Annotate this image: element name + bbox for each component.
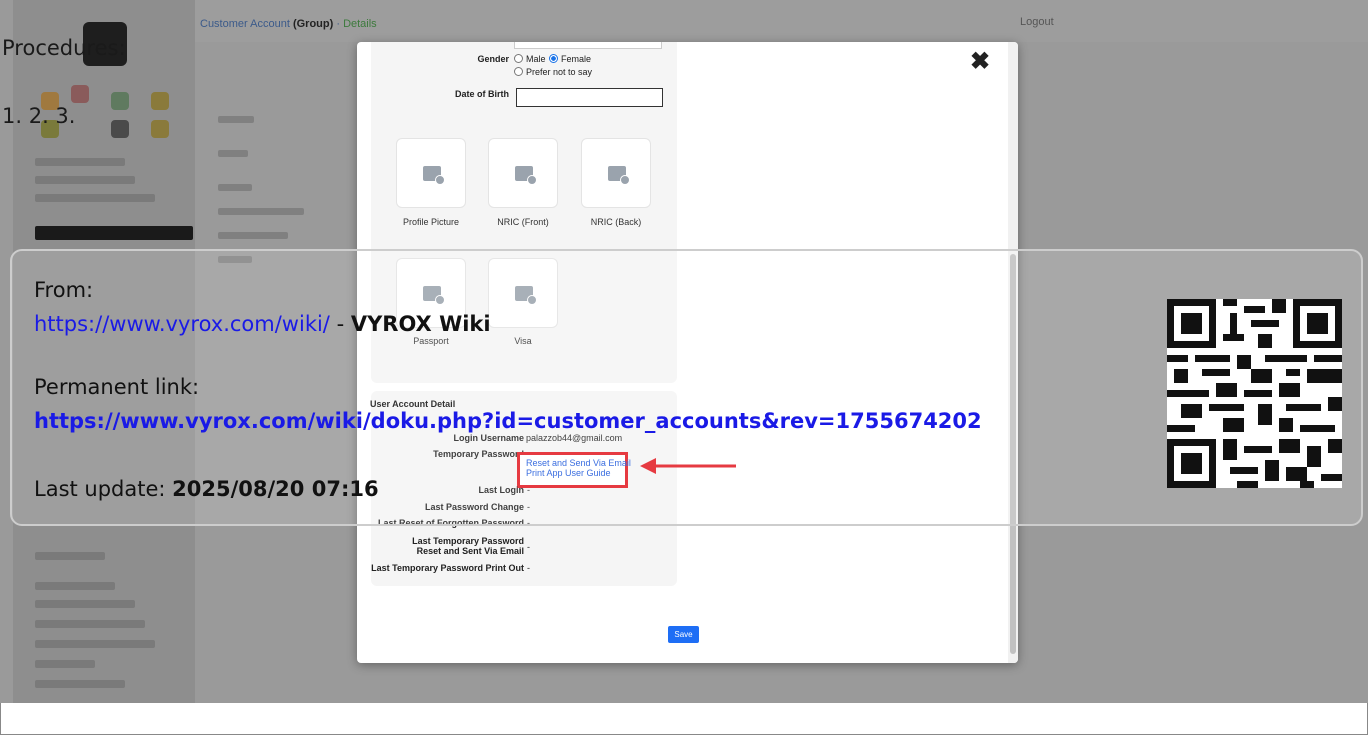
last-update-value: 2025/08/20 07:16 bbox=[172, 477, 379, 501]
from-label: From: bbox=[34, 278, 94, 302]
sidebar-row bbox=[35, 640, 155, 648]
wiki-name: VYROX Wiki bbox=[350, 312, 491, 336]
sidebar-row bbox=[35, 158, 125, 166]
logout-link[interactable]: Logout bbox=[1020, 16, 1054, 28]
sidebar-row bbox=[35, 176, 135, 184]
form-label-placeholder bbox=[218, 116, 254, 123]
sidebar-row bbox=[35, 552, 105, 560]
from-line: https://www.vyrox.com/wiki/ - VYROX Wiki bbox=[34, 312, 491, 336]
qr-code-icon bbox=[1167, 299, 1342, 488]
profile-picture-upload[interactable] bbox=[396, 138, 466, 208]
last-temp-reset-label: Last Temporary Password Reset and Sent V… bbox=[412, 536, 524, 556]
image-placeholder-icon bbox=[608, 166, 630, 185]
form-label-placeholder bbox=[218, 232, 288, 239]
last-temp-print-label: Last Temporary Password Print Out bbox=[371, 563, 524, 573]
form-label-placeholder bbox=[218, 208, 304, 215]
dash-separator: - bbox=[329, 312, 351, 336]
nric-front-label: NRIC (Front) bbox=[497, 217, 549, 227]
sidebar-row bbox=[35, 620, 145, 628]
permanent-link-line: https://www.vyrox.com/wiki/doku.php?id=c… bbox=[34, 409, 982, 433]
last-update-line: Last update: 2025/08/20 07:16 bbox=[34, 477, 379, 501]
radio-male[interactable] bbox=[514, 54, 523, 63]
image-placeholder-icon bbox=[423, 166, 445, 185]
app-icon bbox=[111, 120, 129, 138]
sidebar-row bbox=[35, 582, 115, 590]
female-label: Female bbox=[561, 54, 592, 64]
sidebar-active-item bbox=[35, 226, 193, 240]
last-update-label: Last update: bbox=[34, 477, 173, 501]
nric-front-upload[interactable] bbox=[488, 138, 558, 208]
sidebar-row bbox=[35, 194, 155, 202]
form-label-placeholder bbox=[218, 184, 252, 191]
male-label: Male bbox=[526, 54, 546, 64]
breadcrumb-status: Details bbox=[343, 18, 377, 30]
nric-back-upload[interactable] bbox=[581, 138, 651, 208]
gender-label: Gender bbox=[477, 54, 509, 64]
permanent-link[interactable]: https://www.vyrox.com/wiki/doku.php?id=c… bbox=[34, 409, 982, 433]
close-icon[interactable]: ✖ bbox=[970, 50, 990, 74]
sidebar-row bbox=[35, 600, 135, 608]
procedures-steps: 1. 2. 3. bbox=[2, 104, 76, 128]
gender-option-prefer-not[interactable]: Prefer not to say bbox=[514, 67, 592, 77]
breadcrumb-group: (Group) bbox=[292, 18, 334, 30]
form-label-placeholder bbox=[218, 150, 248, 157]
user-bar: Logout bbox=[900, 16, 1054, 28]
wiki-url-link[interactable]: https://www.vyrox.com/wiki/ bbox=[34, 312, 330, 336]
wiki-info-box: From: https://www.vyrox.com/wiki/ - VYRO… bbox=[10, 249, 1363, 526]
app-icon bbox=[71, 85, 89, 103]
gender-option-female[interactable]: Female bbox=[549, 54, 591, 64]
dob-label: Date of Birth bbox=[455, 89, 509, 99]
radio-female[interactable] bbox=[549, 54, 558, 63]
sidebar-row bbox=[35, 680, 125, 688]
name-field[interactable] bbox=[514, 42, 662, 49]
app-icon bbox=[151, 92, 169, 110]
permanent-link-label: Permanent link: bbox=[34, 375, 200, 399]
breadcrumb: Customer Account (Group) · Details bbox=[200, 18, 377, 30]
breadcrumb-link[interactable]: Customer Account bbox=[200, 18, 290, 30]
prefer-not-label: Prefer not to say bbox=[526, 67, 593, 77]
last-temp-reset-value: - bbox=[527, 542, 530, 552]
image-placeholder-icon bbox=[515, 166, 537, 185]
gender-option-male[interactable]: Male bbox=[514, 54, 546, 64]
sidebar-row bbox=[35, 660, 95, 668]
profile-picture-label: Profile Picture bbox=[402, 217, 460, 227]
last-temp-print-value: - bbox=[527, 563, 530, 573]
app-icon bbox=[111, 92, 129, 110]
nric-back-label: NRIC (Back) bbox=[590, 217, 642, 227]
procedures-heading: Procedures: bbox=[2, 36, 126, 60]
save-button[interactable]: Save bbox=[668, 626, 699, 643]
breadcrumb-separator: · bbox=[336, 18, 340, 30]
radio-prefer-not[interactable] bbox=[514, 67, 523, 76]
app-icon bbox=[151, 120, 169, 138]
dob-input[interactable] bbox=[516, 88, 663, 107]
